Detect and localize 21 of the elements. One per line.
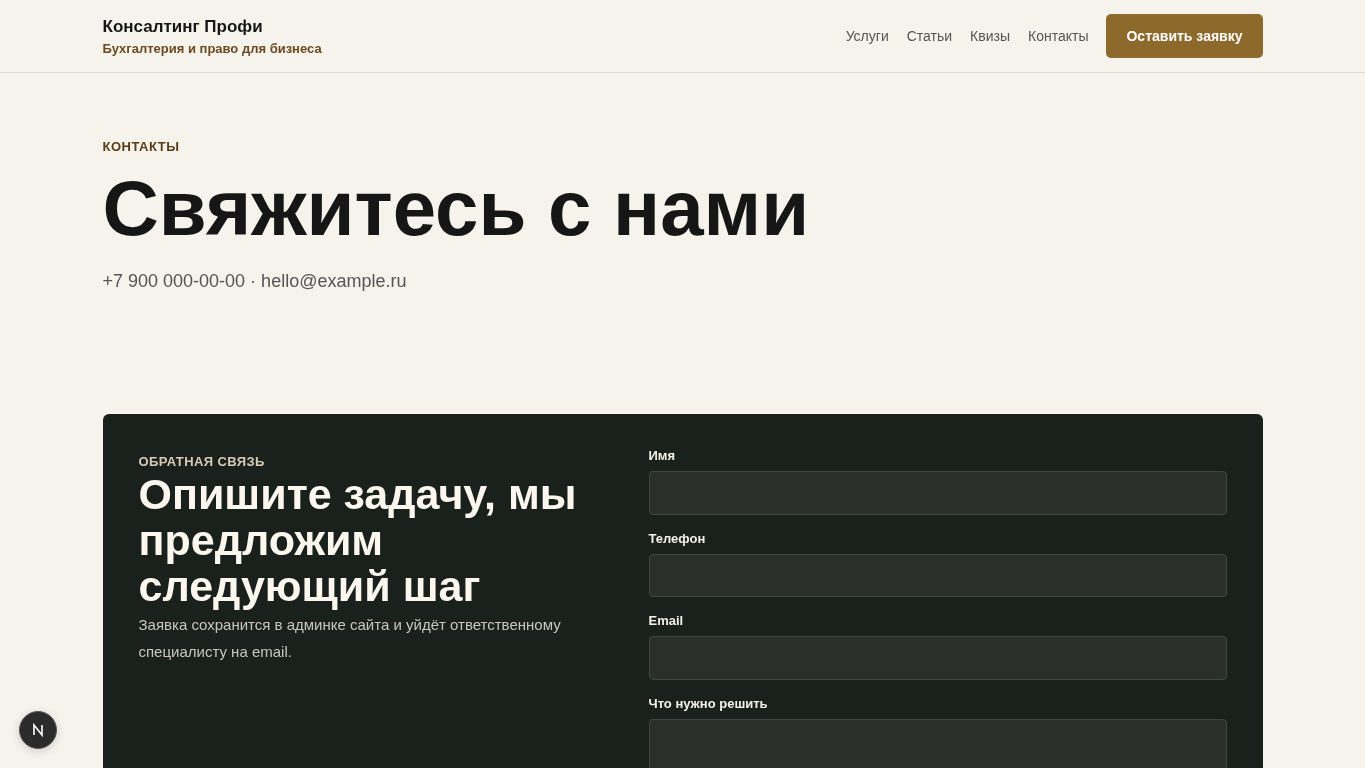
page-heading: Свяжитесь с нами (102, 164, 811, 252)
site-name[interactable]: Консалтинг Профи (102, 16, 322, 37)
field-label: Что нужно решить (648, 695, 769, 711)
field-label: Телефон (648, 530, 707, 546)
contact-info: +7 900 000-00-00 · hello@example.ru (102, 271, 408, 292)
nav-link[interactable]: Услуги (845, 28, 889, 44)
nav-link[interactable]: Статьи (906, 28, 953, 44)
nav-link[interactable]: Контакты (1028, 28, 1089, 44)
section-label: КОНТАКТЫ (102, 139, 181, 154)
next-logo-icon[interactable] (19, 711, 57, 749)
input-field[interactable] (648, 636, 1227, 680)
input-field[interactable] (648, 471, 1227, 515)
form-note: Заявка сохранится в админке сайта и уйдёт ответственному специалисту на email. (138, 615, 562, 662)
field-label: Email (648, 613, 685, 629)
nav-link[interactable]: Квизы (970, 28, 1010, 44)
section-label: ОБРАТНАЯ СВЯЗЬ (138, 454, 266, 469)
input-field[interactable] (648, 553, 1227, 598)
request-button[interactable]: Оставить заявку (1106, 14, 1263, 58)
field-label: Имя (648, 448, 677, 463)
site-tagline: Бухгалтерия и право для бизнеса (102, 40, 322, 56)
form-heading: Опишите задачу, мы предложим следующий шаг (138, 471, 578, 609)
